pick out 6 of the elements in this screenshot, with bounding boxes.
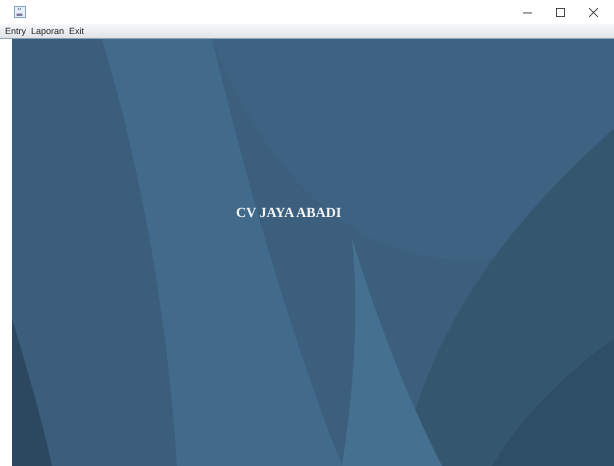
company-name: CV JAYA ABADI: [236, 206, 342, 222]
maximize-icon[interactable]: [556, 8, 565, 16]
menu-item[interactable]: Entry: [5, 26, 26, 36]
menu-item[interactable]: Exit: [69, 26, 84, 36]
close-icon[interactable]: [589, 8, 598, 16]
menu-item[interactable]: Laporan: [31, 26, 64, 36]
